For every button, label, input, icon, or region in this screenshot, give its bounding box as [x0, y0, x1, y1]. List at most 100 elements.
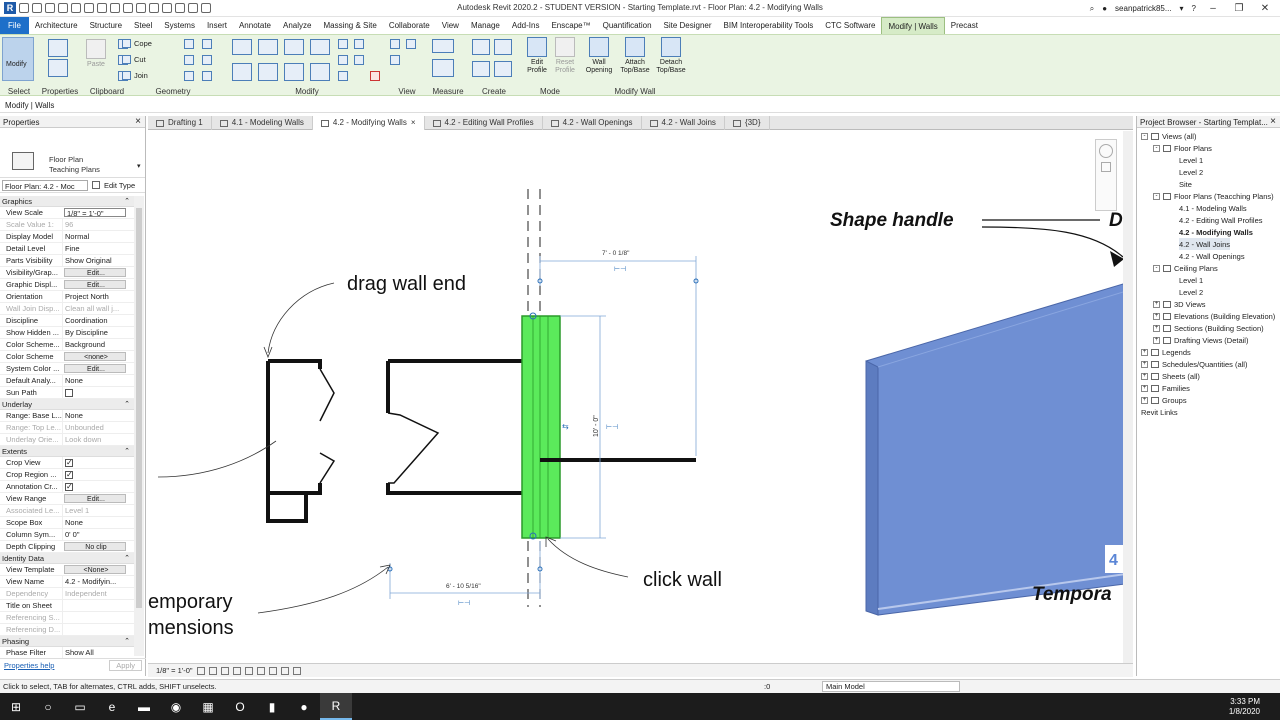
- browser-node[interactable]: Level 1: [1179, 274, 1203, 286]
- collapse-icon[interactable]: -: [1153, 144, 1160, 152]
- properties-scrollbar[interactable]: [134, 196, 144, 656]
- remove-paint-icon[interactable]: [184, 71, 194, 81]
- property-value[interactable]: Show Original: [62, 255, 134, 266]
- property-value[interactable]: By Discipline: [62, 327, 134, 338]
- expand-icon[interactable]: +: [1153, 324, 1160, 332]
- help-icon[interactable]: ?: [1192, 4, 1196, 13]
- apply-button[interactable]: Apply: [109, 660, 142, 671]
- property-value[interactable]: [62, 387, 134, 398]
- expand-icon[interactable]: +: [1141, 348, 1148, 356]
- temp-hide-icon[interactable]: [268, 666, 277, 675]
- view-tab[interactable]: 4.2 - Wall Joins: [642, 116, 725, 130]
- override-graphics-icon[interactable]: [406, 39, 416, 49]
- ribbon-tab[interactable]: Architecture: [29, 17, 84, 34]
- create-group-icon[interactable]: [472, 61, 490, 77]
- outlook-icon[interactable]: O: [224, 693, 256, 720]
- hide-in-view-icon[interactable]: [390, 39, 400, 49]
- expand-icon[interactable]: +: [1141, 396, 1148, 404]
- edge-icon[interactable]: e: [96, 693, 128, 720]
- windows-start-icon[interactable]: ⊞: [0, 693, 32, 720]
- align-icon[interactable]: [232, 39, 252, 55]
- ribbon-tab[interactable]: View: [436, 17, 465, 34]
- browser-node[interactable]: - Floor Plans (Teacching Plans): [1153, 190, 1274, 202]
- property-category[interactable]: Underlay: [0, 399, 134, 410]
- sun-path-icon[interactable]: [220, 666, 229, 675]
- view-tab[interactable]: Drafting 1: [148, 116, 212, 130]
- visual-style-icon[interactable]: [208, 666, 217, 675]
- detail-level-icon[interactable]: [196, 666, 205, 675]
- reveal-hidden-icon[interactable]: [280, 666, 289, 675]
- ribbon-tab[interactable]: BIM Interoperability Tools: [718, 17, 820, 34]
- properties-icon[interactable]: [48, 59, 68, 77]
- ribbon-tab[interactable]: Add-Ins: [506, 17, 546, 34]
- browser-node[interactable]: + Sheets (all): [1141, 370, 1200, 382]
- trim-extend-icon[interactable]: [310, 63, 330, 81]
- expand-icon[interactable]: +: [1153, 300, 1160, 308]
- browser-node[interactable]: - Views (all): [1141, 130, 1196, 142]
- shadows-icon[interactable]: [232, 666, 241, 675]
- property-value[interactable]: Background: [62, 339, 134, 350]
- cope-button[interactable]: Cope: [122, 39, 152, 48]
- scroll-thumb[interactable]: [136, 208, 142, 608]
- browser-node[interactable]: 4.1 - Modeling Walls: [1179, 202, 1247, 214]
- select-dropdown[interactable]: Select: [0, 87, 38, 96]
- property-value[interactable]: None: [62, 410, 134, 421]
- property-value[interactable]: [62, 481, 134, 492]
- attach-top-base-button[interactable]: Attach Top/Base: [618, 37, 652, 75]
- measure-icon[interactable]: [432, 39, 454, 53]
- checkbox[interactable]: [65, 481, 73, 492]
- ribbon-tab[interactable]: Systems: [158, 17, 201, 34]
- browser-node[interactable]: + Legends: [1141, 346, 1191, 358]
- view-scale[interactable]: 1/8" = 1'-0": [156, 666, 193, 675]
- browser-node[interactable]: 4.2 - Modifying Walls: [1179, 226, 1253, 238]
- property-value[interactable]: None: [62, 517, 134, 528]
- property-value[interactable]: Edit...: [64, 268, 126, 277]
- search-icon[interactable]: ⌕: [1090, 4, 1094, 14]
- ribbon-tab[interactable]: Analyze: [277, 17, 317, 34]
- property-category[interactable]: Identity Data: [0, 553, 134, 564]
- zoom-icon[interactable]: [1101, 162, 1111, 172]
- property-value[interactable]: 4.2 - Modifyin...: [62, 576, 134, 587]
- mirror-draw-icon[interactable]: [310, 39, 330, 55]
- browser-node[interactable]: 4.2 - Editing Wall Profiles: [1179, 214, 1263, 226]
- task-view-icon[interactable]: ▭: [64, 693, 96, 720]
- analytical-model-icon[interactable]: [292, 666, 301, 675]
- property-value[interactable]: Edit...: [64, 280, 126, 289]
- type-selector[interactable]: Floor Plan Teaching Plans ▾: [0, 128, 145, 178]
- join-button[interactable]: Join: [122, 71, 148, 80]
- delete-icon[interactable]: [370, 71, 380, 81]
- pin-icon[interactable]: [338, 71, 348, 81]
- collapse-icon[interactable]: -: [1153, 264, 1160, 272]
- split-gap-icon[interactable]: [354, 39, 364, 49]
- close-icon[interactable]: ×: [135, 116, 141, 127]
- dimension-icon[interactable]: [432, 59, 454, 77]
- collapse-icon[interactable]: -: [1141, 132, 1148, 140]
- property-value[interactable]: No clip: [64, 542, 126, 551]
- create-parts-icon[interactable]: [494, 39, 512, 55]
- expand-icon[interactable]: +: [1153, 312, 1160, 320]
- property-value[interactable]: Show All: [62, 647, 134, 658]
- property-value[interactable]: Normal: [62, 231, 134, 242]
- modify-button[interactable]: [2, 37, 34, 81]
- expand-icon[interactable]: +: [1153, 336, 1160, 344]
- navigation-bar[interactable]: [1095, 139, 1117, 211]
- chrome-icon[interactable]: ◉: [160, 693, 192, 720]
- ribbon-tab[interactable]: Structure: [84, 17, 128, 34]
- property-value[interactable]: Fine: [62, 243, 134, 254]
- ribbon-tab[interactable]: File: [0, 17, 29, 34]
- modify-label[interactable]: Modify: [6, 61, 27, 69]
- scale-icon[interactable]: [354, 55, 364, 65]
- steering-wheel-icon[interactable]: [1099, 144, 1113, 158]
- browser-node[interactable]: Level 2: [1179, 286, 1203, 298]
- ribbon-tab[interactable]: Quantification: [597, 17, 658, 34]
- show-crop-icon[interactable]: [256, 666, 265, 675]
- property-value[interactable]: None: [62, 375, 134, 386]
- ribbon-tab[interactable]: Steel: [128, 17, 158, 34]
- ribbon-tab[interactable]: Massing & Site: [317, 17, 382, 34]
- property-value[interactable]: 0' 0": [62, 529, 134, 540]
- create-assembly-icon[interactable]: [472, 39, 490, 55]
- array-icon[interactable]: [338, 55, 348, 65]
- drawing-canvas[interactable]: 7' - 0 1/8" ⊢⊣ 10' - 0" ⊢⊣ ⇆ 6' - 10 5/1…: [148, 131, 1133, 663]
- checkbox[interactable]: [65, 469, 73, 480]
- ribbon-tab[interactable]: Insert: [201, 17, 233, 34]
